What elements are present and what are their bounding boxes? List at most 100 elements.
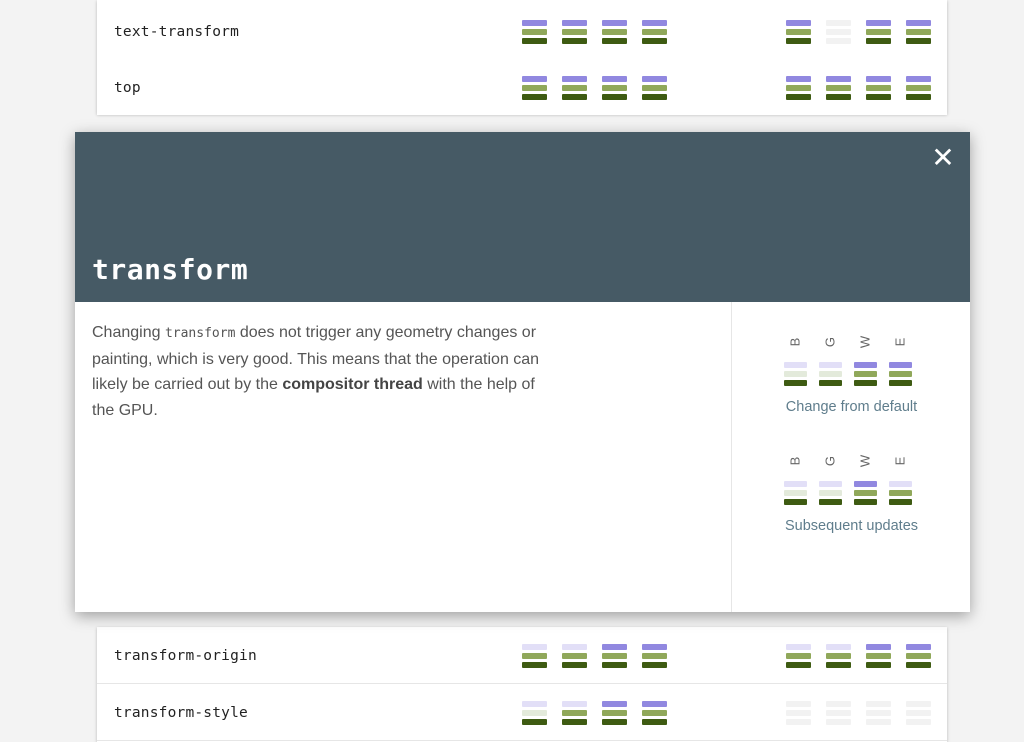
meter-bar [906,38,931,44]
meter-bar [642,20,667,26]
meter-bar [602,710,627,716]
meter-bar [866,29,891,35]
meter-bar [522,653,547,659]
meter-bar [642,94,667,100]
meter-bar [786,38,811,44]
meter-column-webkit [866,701,891,728]
meter-bar [562,701,587,707]
table-row[interactable]: top [97,59,947,115]
property-name: transform-origin [114,648,257,664]
meter-column-edge [906,644,931,671]
property-list-bottom: transform-origin transform-style [97,627,947,742]
meter-column-blink [786,20,811,47]
engine-letter: E [892,337,908,347]
meter-bar [819,371,842,377]
engine-letter: W [857,454,873,468]
table-row[interactable]: transform-origin [97,627,947,684]
meter-column-edge [906,701,931,728]
meter-column-edge [642,76,667,103]
meter-bar [866,94,891,100]
meter-column-webkit [602,701,627,728]
meter-bar [906,701,931,707]
table-row[interactable]: text-transform [97,3,947,60]
subsequent-updates-block: B G W E Subsequent updates [784,448,924,534]
engine-letter: G [822,336,838,348]
meter-bar [906,94,931,100]
meter-bar [784,481,807,487]
dialog-side-panel: B G W E Change from default B G W E Subs… [731,302,971,612]
meter-bar [889,362,912,368]
meter-bar [826,644,851,650]
meter-column-gecko [826,20,851,47]
meter-bar [866,710,891,716]
engine-letter: B [787,456,803,466]
meter-bar [889,371,912,377]
meter-subsequent-updates [784,481,924,508]
meter-bar [522,29,547,35]
meter-bar [522,701,547,707]
subsequent-updates-caption: Subsequent updates [784,518,919,534]
meter-bar [866,20,891,26]
meter-bar [642,29,667,35]
meter-column-gecko [562,644,587,671]
meter-bar [562,76,587,82]
meter-bar [786,710,811,716]
meter-column-blink [784,362,807,389]
meter-bar [562,38,587,44]
meter-column-gecko [562,76,587,103]
meter-bar [642,710,667,716]
meter-bar [889,490,912,496]
dialog-title: transform [92,253,249,286]
meter-bar [854,362,877,368]
meter-column-blink [522,644,547,671]
meter-column-webkit [602,20,627,47]
meter-bar [522,662,547,668]
engine-letter: G [822,455,838,467]
meter-bar [602,94,627,100]
meter-bar [819,481,842,487]
meter-column-webkit [854,481,877,508]
meter-column-webkit [866,76,891,103]
meter-bar [826,710,851,716]
meter-subsequent-updates [786,76,946,103]
meter-bar [784,499,807,505]
meter-column-blink [784,481,807,508]
meter-column-gecko [562,20,587,47]
meter-bar [906,85,931,91]
meter-bar [642,644,667,650]
meter-bar [642,653,667,659]
meter-bar [854,499,877,505]
property-name: transform-style [114,705,248,721]
meter-bar [826,719,851,725]
engine-letter: E [892,456,908,466]
meter-bar [906,76,931,82]
meter-bar [562,710,587,716]
meter-bar [602,29,627,35]
meter-bar [826,94,851,100]
meter-bar [866,719,891,725]
meter-column-edge [889,481,912,508]
meter-bar [562,94,587,100]
meter-column-webkit [602,644,627,671]
meter-bar [889,380,912,386]
engine-letter: B [787,337,803,347]
property-detail-dialog: transform ✕ Changing transform does not … [75,132,970,612]
meter-bar [602,662,627,668]
meter-column-gecko [562,701,587,728]
close-icon[interactable]: ✕ [930,144,956,172]
meter-bar [522,710,547,716]
meter-bar [866,701,891,707]
meter-column-webkit [602,76,627,103]
inline-code: transform [164,326,236,341]
meter-bar [826,701,851,707]
table-row[interactable]: transform-style [97,684,947,741]
meter-bar [562,85,587,91]
meter-column-webkit [854,362,877,389]
meter-change-from-default [522,644,682,671]
meter-bar [906,719,931,725]
meter-column-webkit [866,644,891,671]
meter-bar [819,380,842,386]
meter-bar [854,490,877,496]
meter-bar [642,76,667,82]
meter-bar [784,380,807,386]
